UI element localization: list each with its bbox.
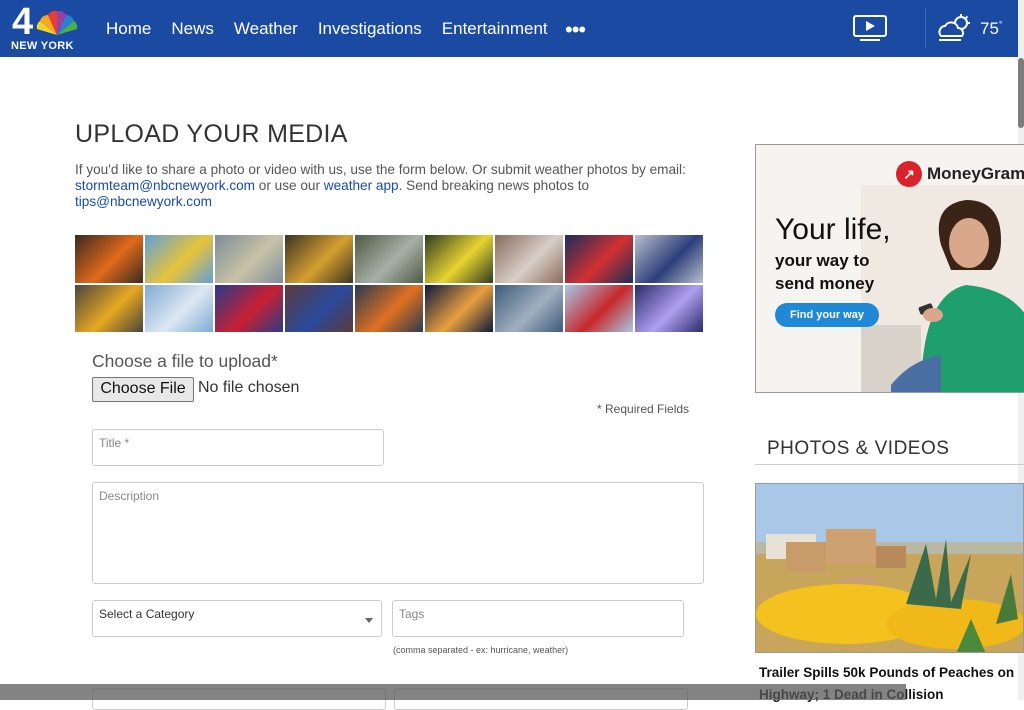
- thumbnail-fans: [285, 284, 353, 332]
- thumbnail-hail: [495, 235, 563, 283]
- header-divider: [925, 8, 926, 48]
- file-status: No file chosen: [198, 379, 300, 396]
- title-input[interactable]: Title *: [92, 429, 384, 466]
- thumbnail-cyclone-coaster: [565, 284, 633, 332]
- thumbnail-storm-cloud: [495, 284, 563, 332]
- horizontal-scrollbar[interactable]: [0, 684, 906, 700]
- weather-app-link[interactable]: weather app: [324, 178, 399, 193]
- top-navigation-bar: 4 NEW YORK Home News Weather Investigati…: [0, 0, 1018, 57]
- page-title: UPLOAD YOUR MEDIA: [75, 120, 348, 148]
- category-select[interactable]: Select a Category: [92, 600, 382, 637]
- scrollbar-thumb[interactable]: [1018, 58, 1024, 128]
- brand-name: MoneyGram: [927, 164, 1024, 183]
- thumbnail-truck-fire: [355, 284, 423, 332]
- main-nav: Home News Weather Investigations Enterta…: [106, 19, 548, 39]
- thumbnail-flood-car: [355, 235, 423, 283]
- nav-weather[interactable]: Weather: [234, 19, 298, 39]
- thumbnail-balloons: [145, 235, 213, 283]
- photos-videos-title: PHOTOS & VIDEOS: [767, 438, 950, 459]
- ad-sub-line: send money: [775, 274, 875, 293]
- moneygram-ad[interactable]: ↗ MoneyGram Your life, your way to send mo…: [755, 144, 1024, 393]
- description-textarea[interactable]: Description: [92, 482, 704, 584]
- thumbnail-police-car: [635, 235, 703, 283]
- temperature-unit: °: [998, 19, 1003, 30]
- ad-subheadline: your way to send money: [775, 249, 874, 295]
- thumbnail-flag: [215, 284, 283, 332]
- category-value: Select a Category: [99, 607, 195, 621]
- required-fields-note: * Required Fields: [597, 402, 690, 416]
- moneygram-brand: ↗ MoneyGram: [896, 161, 1024, 187]
- nbc-new-york-logo[interactable]: 4 NEW YORK: [10, 1, 80, 53]
- upload-intro: If you'd like to share a photo or video …: [75, 162, 705, 210]
- peacock-icon: [36, 11, 78, 35]
- dropdown-arrow-icon: [365, 618, 373, 623]
- logo-city: NEW YORK: [11, 40, 74, 52]
- thumbnail-tornado: [215, 235, 283, 283]
- more-menu-icon[interactable]: •••: [565, 19, 586, 41]
- intro-text: If you'd like to share a photo or video …: [75, 162, 686, 177]
- nav-home[interactable]: Home: [106, 19, 151, 39]
- nav-news[interactable]: News: [171, 19, 214, 39]
- peach-spill-image: [756, 484, 1023, 652]
- intro-text: . Send breaking news photos to: [398, 178, 590, 193]
- nav-entertainment[interactable]: Entertainment: [442, 19, 548, 39]
- video-play-icon[interactable]: [852, 14, 888, 42]
- tags-hint: (comma separated - ex: hurricane, weathe…: [393, 645, 569, 655]
- choose-file-button[interactable]: Choose File: [92, 377, 194, 402]
- thumbnail-lightning: [635, 284, 703, 332]
- tags-input[interactable]: Tags: [392, 600, 684, 637]
- thumbnail-crime-tape: [425, 235, 493, 283]
- ad-cta-button[interactable]: Find your way: [775, 303, 879, 327]
- thumbnail-fire-smoke: [75, 235, 143, 283]
- peach-spill-photo[interactable]: [755, 483, 1024, 653]
- thumbnail-helicopter: [145, 284, 213, 332]
- tips-email-link[interactable]: tips@nbcnewyork.com: [75, 194, 212, 209]
- ad-sub-line: your way to: [775, 251, 870, 270]
- logo-number: 4: [12, 1, 34, 43]
- temperature[interactable]: 75°: [980, 19, 1003, 39]
- choose-file-label: Choose a file to upload*: [92, 351, 278, 371]
- thumbnail-school-bus: [75, 284, 143, 332]
- nav-investigations[interactable]: Investigations: [318, 19, 422, 39]
- thumbnail-gas-prices: [565, 235, 633, 283]
- photo-strip: [75, 235, 703, 332]
- thumbnail-bridge-night: [425, 284, 493, 332]
- thumbnail-firefighters: [285, 235, 353, 283]
- intro-text: or use our: [255, 178, 324, 193]
- moneygram-logo-icon: ↗: [896, 161, 922, 187]
- ad-headline: Your life,: [775, 213, 891, 246]
- partly-cloudy-icon[interactable]: [935, 14, 973, 44]
- temperature-value: 75: [980, 19, 999, 38]
- section-divider: [755, 464, 1024, 465]
- stormteam-email-link[interactable]: stormteam@nbcnewyork.com: [75, 178, 255, 193]
